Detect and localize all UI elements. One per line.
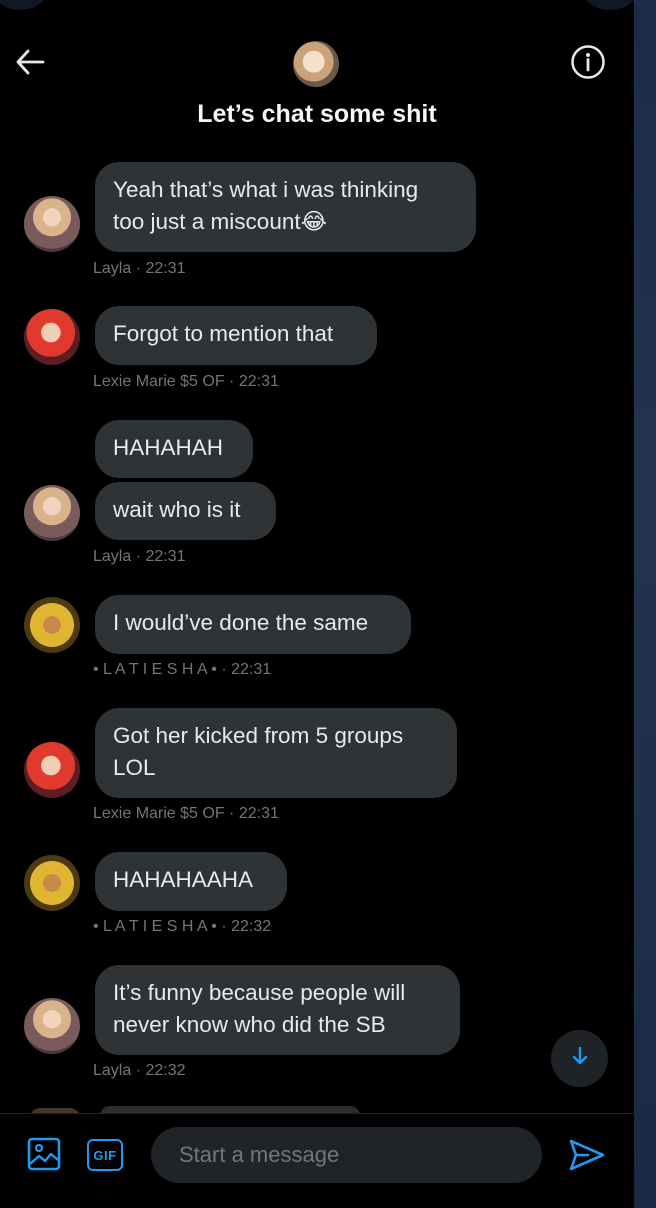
- group-avatar[interactable]: [293, 41, 339, 87]
- dm-conversation-screen: Let’s chat some shit Yeah that’s what i …: [0, 0, 634, 1208]
- info-icon: [570, 44, 606, 85]
- send-button[interactable]: [566, 1136, 608, 1178]
- avatar[interactable]: [24, 485, 80, 541]
- background-edge: [634, 0, 656, 1208]
- media-button[interactable]: [25, 1137, 63, 1175]
- avatar[interactable]: [24, 742, 80, 798]
- message-meta: • L A T I E S H A • · 22:32: [93, 918, 272, 935]
- back-button[interactable]: [12, 46, 48, 82]
- info-button[interactable]: [569, 44, 607, 85]
- avatar[interactable]: [24, 309, 80, 365]
- message-bubble[interactable]: wait who is it: [95, 482, 276, 540]
- scroll-to-bottom-button[interactable]: [551, 1030, 608, 1087]
- message-meta: Lexie Marie $5 OF · 22:31: [93, 373, 279, 390]
- gif-icon: GIF: [87, 1139, 123, 1171]
- avatar[interactable]: [24, 597, 80, 653]
- message-bubble[interactable]: I would’ve done the same: [95, 595, 411, 654]
- page-title[interactable]: Let’s chat some shit: [0, 100, 634, 129]
- message-bubble[interactable]: Yeah that’s what i was thinking too just…: [95, 162, 476, 252]
- image-icon: [27, 1137, 61, 1176]
- message-bubble[interactable]: HAHAHAH: [95, 420, 253, 478]
- message-input[interactable]: [151, 1127, 542, 1183]
- arrow-down-icon: [571, 1046, 589, 1071]
- message-bubble[interactable]: Got her kicked from 5 groups LOL: [95, 708, 457, 798]
- message-meta: Layla · 22:31: [93, 260, 186, 277]
- avatar[interactable]: [24, 196, 80, 252]
- message-meta: Layla · 22:32: [93, 1062, 186, 1079]
- message-bubble[interactable]: Forgot to mention that: [95, 306, 377, 365]
- message-bubble[interactable]: HAHAHAAHA: [95, 852, 287, 911]
- send-icon: [568, 1138, 606, 1177]
- avatar[interactable]: [24, 998, 80, 1054]
- message-meta: • L A T I E S H A • · 22:31: [93, 661, 272, 678]
- message-meta: Layla · 22:31: [93, 548, 186, 565]
- gif-button[interactable]: GIF: [86, 1138, 124, 1172]
- avatar[interactable]: [24, 855, 80, 911]
- conversation-header: Let’s chat some shit: [0, 0, 634, 150]
- arrow-left-icon: [15, 49, 45, 80]
- message-bubble[interactable]: It’s funny because people will never kno…: [95, 965, 460, 1055]
- message-meta: Lexie Marie $5 OF · 22:31: [93, 805, 279, 822]
